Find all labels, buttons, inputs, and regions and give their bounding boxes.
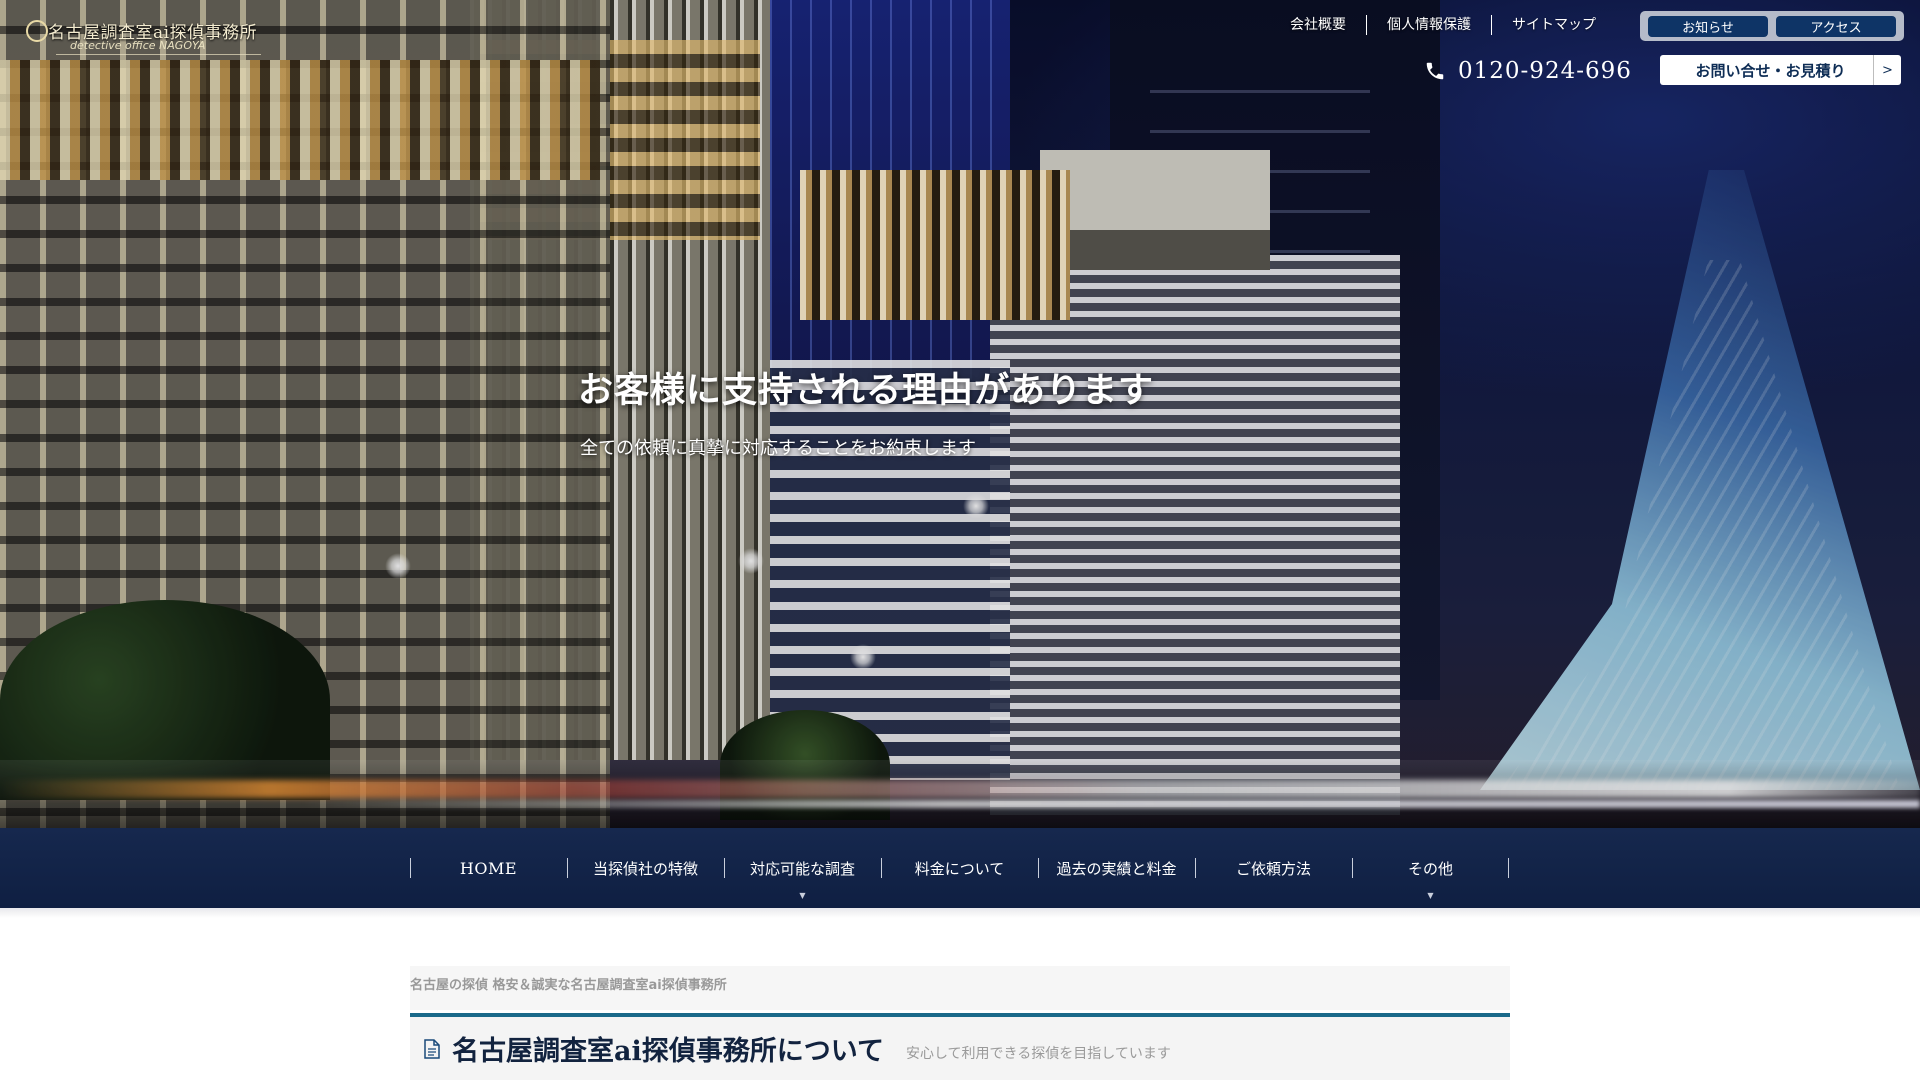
nav-item-other[interactable]: その他 ▼ [1352, 828, 1509, 908]
nav-item-home[interactable]: HOME [410, 828, 567, 908]
nav-item-label: その他 [1407, 859, 1453, 878]
nav-item-label: HOME [459, 858, 518, 878]
link-company-overview[interactable]: 会社概要 [1270, 15, 1366, 35]
contact-estimate-button[interactable]: お問い合せ・お見積り > [1660, 55, 1901, 85]
nav-item-label: 料金について [914, 859, 1005, 878]
section-subtitle: 安心して利用できる探偵を目指しています [905, 1045, 1171, 1062]
section-heading: 名古屋調査室ai探偵事務所について 安心して利用できる探偵を目指しています [410, 1017, 1510, 1080]
hero-title: お客様に支持される理由があります [578, 371, 1155, 411]
quick-links: お知らせ アクセス [1640, 11, 1904, 41]
hero-banner: お客様に支持される理由があります 全ての依頼に真摯に対応することをお約束します [0, 0, 1920, 828]
logo-emblem-icon [26, 20, 48, 42]
nav-item-past-cases[interactable]: 過去の実績と料金 [1038, 828, 1195, 908]
nav-item-label: 当探偵社の特徴 [592, 859, 698, 878]
access-button[interactable]: アクセス [1776, 15, 1896, 37]
utility-nav: 会社概要 個人情報保護 サイトマップ [1270, 15, 1616, 35]
chevron-right-icon: > [1873, 55, 1901, 85]
news-button[interactable]: お知らせ [1648, 15, 1768, 37]
caret-down-icon: ▼ [1427, 891, 1434, 900]
nav-item-how-to-request[interactable]: ご依頼方法 [1195, 828, 1352, 908]
hero-subtitle: 全ての依頼に真摯に対応することをお約束します [580, 438, 976, 459]
document-icon [424, 1038, 440, 1059]
caret-down-icon: ▼ [799, 891, 806, 900]
nav-item-pricing[interactable]: 料金について [881, 828, 1038, 908]
link-privacy-policy[interactable]: 個人情報保護 [1367, 15, 1491, 35]
logo-subtitle: detective office NAGOYA [70, 39, 206, 52]
nav-item-investigations[interactable]: 対応可能な調査 ▼ [724, 828, 881, 908]
contact-button-label: お問い合せ・お見積り [1695, 61, 1846, 80]
nav-item-label: 過去の実績と料金 [1056, 859, 1177, 878]
main-nav-items: HOME 当探偵社の特徴 対応可能な調査 ▼ 料金について 過去の実績と料金 ご… [410, 828, 1510, 908]
section-title: 名古屋調査室ai探偵事務所について [452, 1036, 884, 1067]
link-sitemap[interactable]: サイトマップ [1492, 15, 1616, 35]
phone-icon [1426, 62, 1444, 80]
main-nav: HOME 当探偵社の特徴 対応可能な調査 ▼ 料金について 過去の実績と料金 ご… [0, 828, 1920, 908]
nav-item-label: ご依頼方法 [1235, 859, 1311, 878]
phone-number: 0120-924-696 [1458, 58, 1632, 84]
phone-contact[interactable]: 0120-924-696 [1424, 54, 1632, 88]
nav-item-label: 対応可能な調査 [749, 859, 855, 878]
logo-underline [56, 54, 261, 55]
nav-item-features[interactable]: 当探偵社の特徴 [567, 828, 724, 908]
site-logo[interactable]: 名古屋調査室ai探偵事務所 detective office NAGOYA [26, 18, 261, 58]
breadcrumb: 名古屋の探偵 格安＆誠実な名古屋調査室ai探偵事務所 [410, 966, 1510, 1010]
